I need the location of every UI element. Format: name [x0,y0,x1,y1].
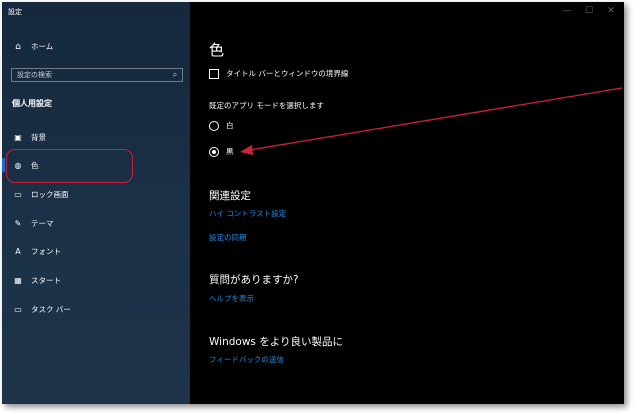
annotation-arrow [240,87,623,155]
settings-window: 設定 ⌂ ホーム ⌕ 個人用設定 ▣ 背景 ◍ 色 ▭ ロック画面 ✎ テーマ … [2,2,624,404]
